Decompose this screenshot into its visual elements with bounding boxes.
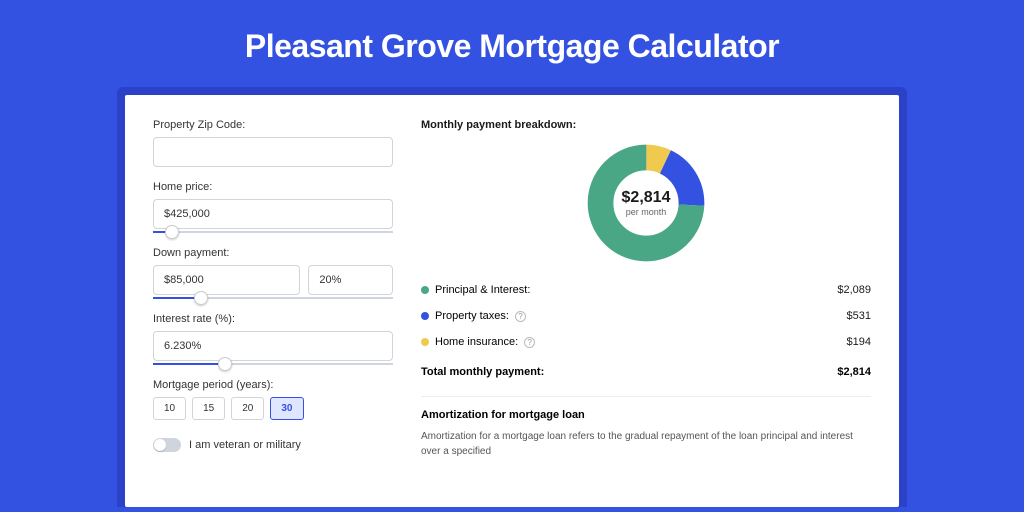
- legend-value: $2,089: [837, 284, 871, 296]
- legend-row-taxes: Property taxes:? $531: [421, 303, 871, 329]
- legend-dot: [421, 338, 429, 346]
- page-title: Pleasant Grove Mortgage Calculator: [0, 0, 1024, 87]
- field-home-price: Home price:: [153, 181, 393, 233]
- legend-label: Home insurance:: [435, 336, 518, 348]
- total-label: Total monthly payment:: [421, 366, 544, 378]
- interest-input[interactable]: [153, 331, 393, 361]
- period-button-10[interactable]: 10: [153, 397, 186, 420]
- zip-input[interactable]: [153, 137, 393, 167]
- field-down-payment: Down payment:: [153, 247, 393, 299]
- field-interest: Interest rate (%):: [153, 313, 393, 365]
- down-payment-label: Down payment:: [153, 247, 393, 259]
- form-panel: Property Zip Code: Home price: Down paym…: [153, 119, 393, 483]
- field-zip: Property Zip Code:: [153, 119, 393, 167]
- legend-label: Property taxes:: [435, 310, 509, 322]
- legend-dot: [421, 312, 429, 320]
- veteran-label: I am veteran or military: [189, 439, 301, 451]
- home-price-slider[interactable]: [153, 231, 393, 233]
- field-period: Mortgage period (years): 10 15 20 30: [153, 379, 393, 420]
- legend-row-insurance: Home insurance:? $194: [421, 329, 871, 355]
- down-payment-input[interactable]: [153, 265, 300, 295]
- period-buttons: 10 15 20 30: [153, 397, 393, 420]
- slider-thumb[interactable]: [218, 357, 232, 371]
- legend-dot: [421, 286, 429, 294]
- legend-value: $531: [847, 310, 871, 322]
- breakdown-title: Monthly payment breakdown:: [421, 119, 871, 131]
- veteran-row: I am veteran or military: [153, 438, 393, 452]
- help-icon[interactable]: ?: [524, 337, 535, 348]
- donut-sub: per month: [626, 207, 667, 217]
- legend-row-principal: Principal & Interest: $2,089: [421, 277, 871, 303]
- card-shadow: Property Zip Code: Home price: Down paym…: [117, 87, 907, 507]
- donut-chart: $2,814 per month: [586, 143, 706, 263]
- donut-amount: $2,814: [622, 189, 671, 207]
- breakdown-panel: Monthly payment breakdown: $2,814 per mo…: [421, 119, 871, 483]
- donut-wrap: $2,814 per month: [421, 143, 871, 263]
- total-row: Total monthly payment: $2,814: [421, 357, 871, 386]
- down-payment-slider[interactable]: [153, 297, 393, 299]
- period-label: Mortgage period (years):: [153, 379, 393, 391]
- slider-thumb[interactable]: [194, 291, 208, 305]
- interest-label: Interest rate (%):: [153, 313, 393, 325]
- home-price-label: Home price:: [153, 181, 393, 193]
- period-button-20[interactable]: 20: [231, 397, 264, 420]
- toggle-knob: [154, 439, 166, 451]
- veteran-toggle[interactable]: [153, 438, 181, 452]
- period-button-15[interactable]: 15: [192, 397, 225, 420]
- calculator-card: Property Zip Code: Home price: Down paym…: [125, 95, 899, 507]
- period-button-30[interactable]: 30: [270, 397, 303, 420]
- down-payment-pct-input[interactable]: [308, 265, 393, 295]
- donut-center: $2,814 per month: [586, 143, 706, 263]
- help-icon[interactable]: ?: [515, 311, 526, 322]
- legend: Principal & Interest: $2,089 Property taxe…: [421, 277, 871, 355]
- amortization-text: Amortization for a mortgage loan refers …: [421, 429, 871, 459]
- legend-label: Principal & Interest:: [435, 284, 530, 296]
- interest-slider[interactable]: [153, 363, 393, 365]
- amortization-title: Amortization for mortgage loan: [421, 409, 871, 421]
- amortization-section: Amortization for mortgage loan Amortizat…: [421, 396, 871, 459]
- home-price-input[interactable]: [153, 199, 393, 229]
- total-value: $2,814: [837, 366, 871, 378]
- legend-value: $194: [847, 336, 871, 348]
- slider-thumb[interactable]: [165, 225, 179, 239]
- zip-label: Property Zip Code:: [153, 119, 393, 131]
